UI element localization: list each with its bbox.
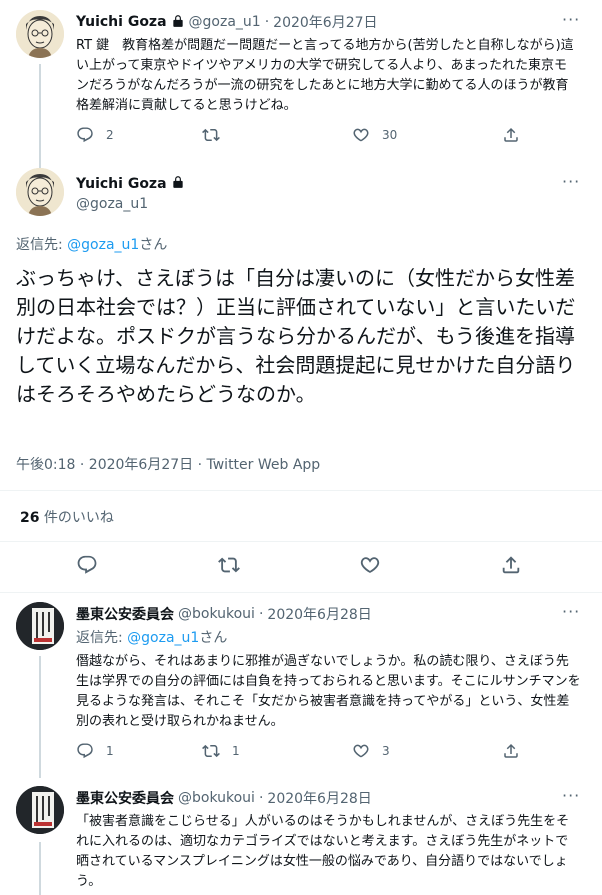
share-icon bbox=[504, 127, 518, 142]
avatar[interactable] bbox=[16, 602, 64, 650]
share-button[interactable] bbox=[502, 742, 520, 760]
retweet-button[interactable]: 1 bbox=[202, 742, 352, 760]
tweet-header: Yuichi Goza bbox=[76, 174, 185, 193]
divider bbox=[0, 541, 602, 542]
heart-icon bbox=[353, 744, 369, 758]
share-icon bbox=[502, 556, 520, 574]
replying-to-prefix: 返信先: bbox=[76, 630, 128, 646]
likes-count: 26 bbox=[20, 510, 40, 526]
handle[interactable]: @bokukoui bbox=[178, 790, 255, 806]
main-tweet-text: ぶっちゃけ、さえぼうは「自分は凄いのに（女性だから女性差別の日本社会では？）正当… bbox=[16, 266, 576, 406]
heart-icon bbox=[360, 557, 380, 573]
divider bbox=[0, 490, 602, 491]
reply-count: 1 bbox=[106, 744, 114, 758]
more-options-icon[interactable]: ··· bbox=[562, 602, 580, 621]
tweet-header: Yuichi Goza @goza_u1 · 2020年6月27日 bbox=[76, 12, 378, 32]
retweet-button[interactable] bbox=[218, 554, 240, 580]
like-count: 3 bbox=[382, 744, 390, 758]
retweet-icon bbox=[202, 128, 220, 142]
display-name[interactable]: 墨東公安委員会 bbox=[76, 604, 174, 624]
reply-icon bbox=[77, 127, 93, 143]
thread-line bbox=[39, 64, 41, 168]
avatar[interactable] bbox=[16, 10, 64, 58]
replying-to-suffix: さん bbox=[139, 237, 168, 253]
more-options-icon[interactable]: ··· bbox=[562, 172, 580, 191]
tweet-header: 墨東公安委員会 @bokukoui · 2020年6月28日 bbox=[76, 604, 372, 624]
reply-button[interactable]: 1 bbox=[76, 742, 202, 760]
lock-icon bbox=[171, 174, 185, 193]
share-button[interactable] bbox=[500, 554, 522, 580]
retweet-count: 1 bbox=[232, 744, 240, 758]
retweet-icon bbox=[202, 744, 220, 758]
thread-line bbox=[39, 656, 41, 778]
more-options-icon[interactable]: ··· bbox=[562, 10, 580, 29]
tweet-text: 「被害者意識をこじらせる」人がいるのはそうかもしれませんが、さえぼう先生をそれに… bbox=[76, 814, 570, 889]
replying-to-handle[interactable]: @goza_u1 bbox=[127, 630, 199, 646]
separator: · bbox=[258, 606, 264, 622]
thread-line bbox=[39, 842, 41, 895]
replying-to-handle[interactable]: @goza_u1 bbox=[67, 237, 139, 253]
display-name[interactable]: 墨東公安委員会 bbox=[76, 788, 174, 808]
reply-button[interactable]: 2 bbox=[76, 126, 202, 144]
like-count: 30 bbox=[382, 128, 398, 142]
divider bbox=[0, 592, 602, 593]
reply-count: 2 bbox=[106, 128, 114, 142]
avatar[interactable] bbox=[16, 168, 64, 216]
action-bar: 1 1 3 bbox=[76, 742, 520, 760]
likes-label: 件のいいね bbox=[39, 510, 114, 526]
reply-icon bbox=[77, 555, 97, 574]
handle[interactable]: @goza_u1 bbox=[76, 196, 148, 212]
tweet-text: 僭越ながら、それはあまりに邪推が過ぎないでしょうか。私の読む限り、さえぼう先生は… bbox=[76, 654, 581, 729]
likes-summary[interactable]: 26 件のいいね bbox=[20, 507, 114, 527]
like-button[interactable]: 30 bbox=[352, 126, 502, 144]
handle[interactable]: @goza_u1 bbox=[189, 14, 261, 30]
handle[interactable]: @bokukoui bbox=[178, 606, 255, 622]
display-name[interactable]: Yuichi Goza bbox=[76, 176, 167, 192]
separator: · bbox=[264, 14, 270, 30]
replying-to-suffix: さん bbox=[199, 630, 228, 646]
heart-icon bbox=[353, 128, 369, 142]
tweet-date[interactable]: 2020年6月28日 bbox=[267, 604, 371, 624]
action-bar: 2 30 bbox=[76, 126, 520, 144]
tweet-text: RT 鍵 教育格差が問題だー問題だーと言ってる地方から(苦労したと自称しながら)… bbox=[76, 38, 574, 113]
display-name[interactable]: Yuichi Goza bbox=[76, 14, 167, 30]
separator: · bbox=[258, 790, 264, 806]
reply-button[interactable] bbox=[76, 554, 98, 580]
lock-icon bbox=[171, 13, 185, 32]
replying-to: 返信先: @goza_u1さん bbox=[16, 234, 167, 254]
tweet-timestamp[interactable]: 午後0:18 · 2020年6月27日 · Twitter Web App bbox=[16, 454, 320, 474]
avatar[interactable] bbox=[16, 786, 64, 834]
retweet-icon bbox=[218, 557, 240, 573]
retweet-button[interactable] bbox=[202, 126, 352, 144]
replying-to: 返信先: @goza_u1さん bbox=[76, 627, 227, 647]
more-options-icon[interactable]: ··· bbox=[562, 786, 580, 805]
like-button[interactable] bbox=[359, 554, 381, 580]
tweet-date[interactable]: 2020年6月28日 bbox=[267, 788, 371, 808]
reply-icon bbox=[77, 743, 93, 759]
replying-to-prefix: 返信先: bbox=[16, 237, 68, 253]
main-action-bar bbox=[0, 552, 602, 582]
share-button[interactable] bbox=[502, 126, 520, 144]
tweet-date[interactable]: 2020年6月27日 bbox=[273, 12, 377, 32]
share-icon bbox=[504, 743, 518, 758]
like-button[interactable]: 3 bbox=[352, 742, 502, 760]
tweet-header: 墨東公安委員会 @bokukoui · 2020年6月28日 bbox=[76, 788, 372, 808]
